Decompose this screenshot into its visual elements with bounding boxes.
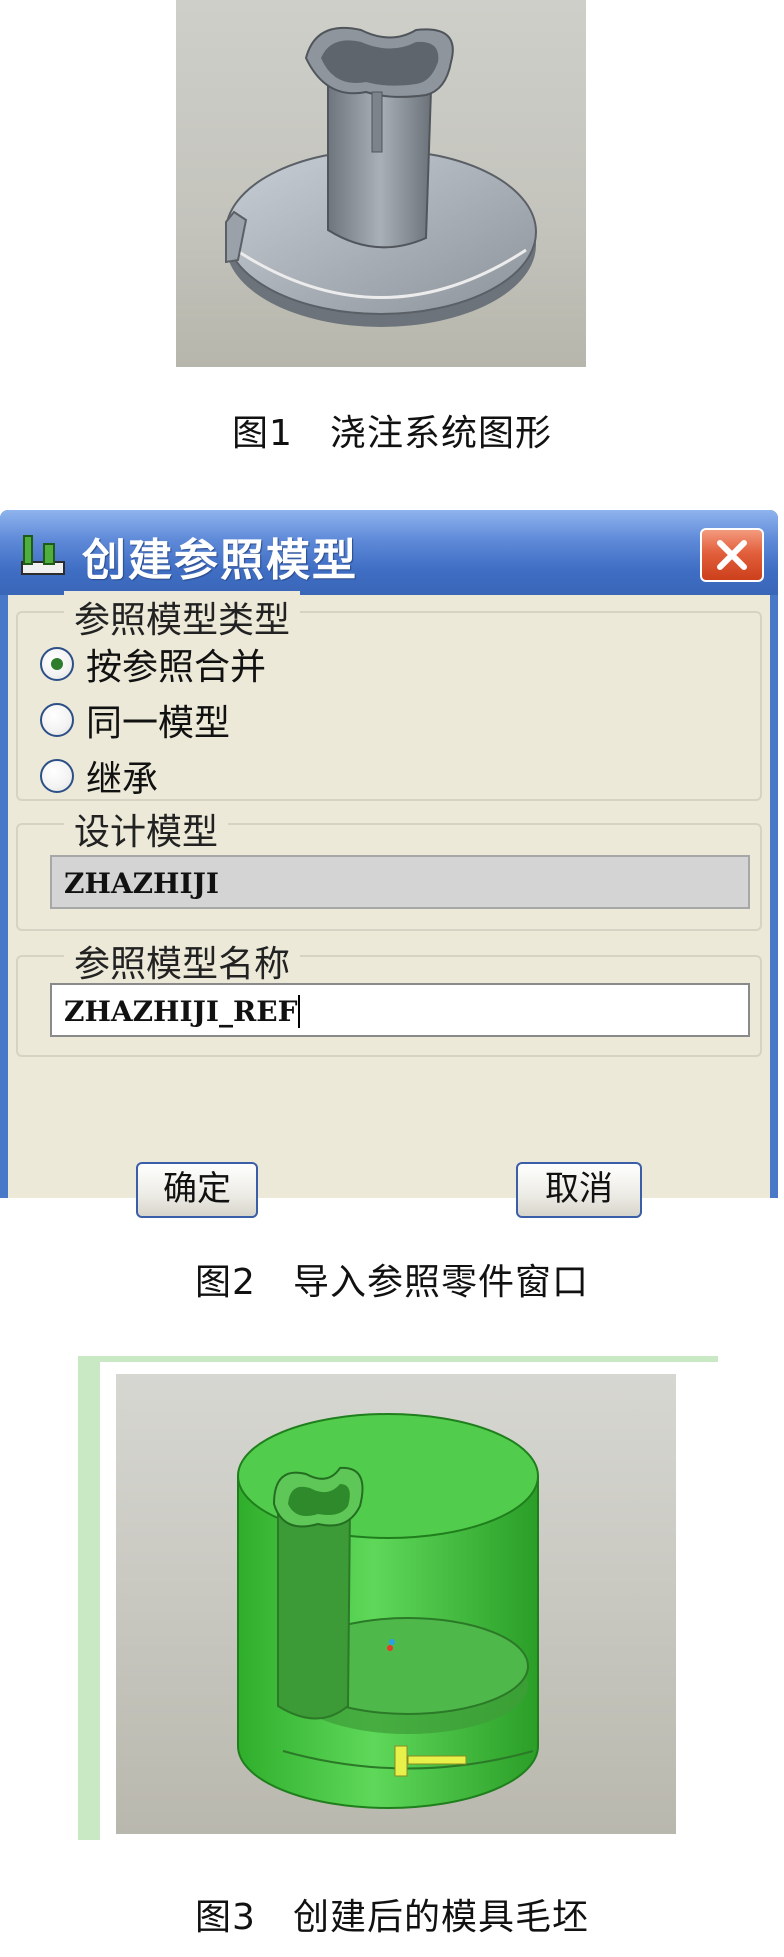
design-model-legend: 设计模型: [64, 803, 229, 855]
close-icon: [717, 540, 747, 570]
ref-model-type-legend: 参照模型类型: [64, 591, 301, 643]
gating-system-model: [225, 26, 537, 327]
ref-model-name-value: ZHAZHIJI_REF: [64, 995, 298, 1028]
cancel-button[interactable]: 取消: [516, 1162, 642, 1218]
figure-1-caption: 图1 浇注系统图形: [232, 413, 552, 454]
ok-button[interactable]: 确定: [136, 1162, 258, 1218]
text-cursor: [298, 995, 301, 1028]
ref-model-name-legend: 参照模型名称: [64, 935, 301, 987]
radio-inherit[interactable]: 继承: [40, 753, 159, 800]
radio-label: 同一模型: [86, 703, 231, 744]
dialog-title: 创建参照模型: [82, 535, 358, 586]
ref-model-name-group: 参照模型名称 ZHAZHIJI_REF: [16, 935, 762, 1057]
ref-model-type-group: 参照模型类型 按参照合并 同一模型 继承: [16, 591, 762, 801]
figure-1-image: [176, 0, 586, 367]
radio-button[interactable]: [40, 759, 74, 793]
create-reference-model-dialog: 创建参照模型 参照模型类型 按参照合并 同一模型 继承 设计模型 ZHAZHIJ…: [0, 510, 778, 1218]
radio-button[interactable]: [40, 647, 74, 681]
figure-2-caption: 图2 导入参照零件窗口: [195, 1262, 589, 1303]
design-model-group: 设计模型 ZHAZHIJI: [16, 803, 762, 931]
radio-button[interactable]: [40, 703, 74, 737]
dialog-body: 参照模型类型 按参照合并 同一模型 继承 设计模型 ZHAZHIJI 参照模型名…: [8, 591, 770, 1218]
mold-blank-model: [78, 1356, 718, 1840]
radio-merge-by-reference[interactable]: 按参照合并: [40, 641, 267, 688]
radio-selected-dot: [51, 658, 63, 670]
close-button[interactable]: [700, 528, 764, 582]
radio-same-model[interactable]: 同一模型: [40, 697, 231, 744]
figure-3-image: [78, 1356, 718, 1840]
design-model-field: ZHAZHIJI: [50, 855, 750, 909]
figure-3-caption: 图3 创建后的模具毛坯: [195, 1897, 589, 1938]
radio-label: 按参照合并: [86, 647, 267, 688]
radio-label: 继承: [86, 759, 159, 800]
dialog-titlebar: 创建参照模型: [0, 510, 778, 595]
ref-model-name-input[interactable]: ZHAZHIJI_REF: [50, 983, 750, 1037]
reference-model-icon: [21, 535, 65, 575]
